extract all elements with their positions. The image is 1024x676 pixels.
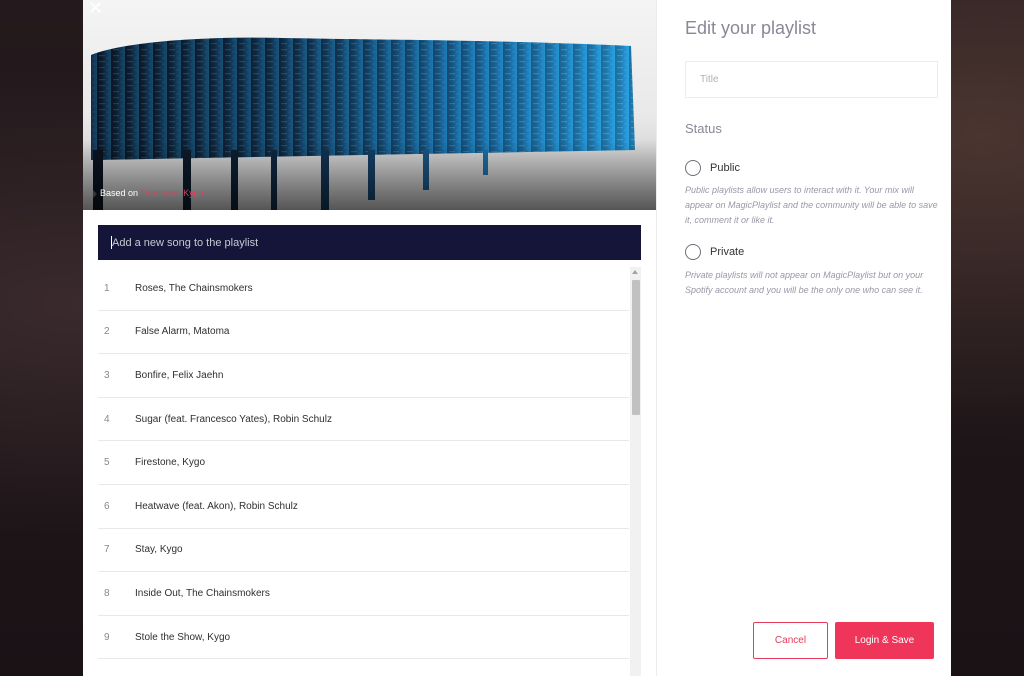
scroll-thumb[interactable] <box>632 280 640 415</box>
radio-circle-icon[interactable] <box>685 244 701 260</box>
private-description: Private playlists will not appear on Mag… <box>685 270 924 295</box>
radio-circle-icon[interactable] <box>685 160 701 176</box>
song-number: 5 <box>104 457 110 469</box>
edit-playlist-panel: Edit your playlist Status Public Public … <box>656 0 951 676</box>
song-number: 2 <box>104 326 110 338</box>
song-title: Stay, Kygo <box>135 544 183 556</box>
song-row[interactable]: 1 Roses, The Chainsmokers <box>98 267 629 311</box>
song-list-scrollbar[interactable] <box>630 267 641 676</box>
login-save-button[interactable]: Login & Save <box>835 622 934 659</box>
song-row[interactable]: 5 Firestone, Kygo <box>98 441 629 485</box>
close-icon[interactable]: ✕ <box>88 0 106 18</box>
based-on-link[interactable]: Firestone, Kygo <box>141 188 204 198</box>
text-caret <box>111 236 112 249</box>
song-number: 8 <box>104 587 110 599</box>
public-radio[interactable]: Public <box>685 160 740 176</box>
song-number: 1 <box>104 282 110 294</box>
based-on-label: Based on <box>100 188 139 198</box>
song-title: False Alarm, Matoma <box>135 326 230 338</box>
private-radio-label: Private <box>710 246 745 258</box>
song-title: Stole the Show, Kygo <box>135 631 231 643</box>
add-song-input[interactable] <box>98 225 641 260</box>
song-number: 6 <box>104 500 110 512</box>
public-radio-label: Public <box>710 162 740 174</box>
public-description: Public playlists allow users to interact… <box>685 185 938 225</box>
based-on-caption: Based on Firestone, Kygo <box>93 188 204 198</box>
song-row[interactable]: 8 Inside Out, The Chainsmokers <box>98 572 629 616</box>
playlist-cover: ✕ Based on Firestone, Kygo <box>83 0 656 210</box>
song-number: 4 <box>104 413 110 425</box>
song-number: 3 <box>104 369 110 381</box>
page-title: Edit your playlist <box>685 18 817 38</box>
private-radio[interactable]: Private <box>685 244 744 260</box>
cancel-button[interactable]: Cancel <box>753 622 828 659</box>
song-row[interactable]: 6 Heatwave (feat. Akon), Robin Schulz <box>98 485 629 529</box>
cover-gradient-overlay <box>83 140 656 210</box>
song-number: 7 <box>104 544 110 556</box>
song-row[interactable]: 9 Stole the Show, Kygo <box>98 616 629 660</box>
song-title: Heatwave (feat. Akon), Robin Schulz <box>135 500 298 512</box>
song-row[interactable]: 2 False Alarm, Matoma <box>98 311 629 355</box>
song-row[interactable]: 4 Sugar (feat. Francesco Yates), Robin Sc… <box>98 398 629 442</box>
song-number: 9 <box>104 631 110 643</box>
song-row[interactable]: 7 Stay, Kygo <box>98 529 629 573</box>
playlist-title-input[interactable] <box>685 61 938 98</box>
song-title: Roses, The Chainsmokers <box>135 282 253 294</box>
song-title: Bonfire, Felix Jaehn <box>135 369 224 381</box>
song-title: Firestone, Kygo <box>135 457 206 469</box>
song-title: Inside Out, The Chainsmokers <box>135 587 270 599</box>
song-title: Sugar (feat. Francesco Yates), Robin Sch… <box>135 413 332 425</box>
status-label: Status <box>685 121 722 136</box>
scroll-up-icon[interactable] <box>632 270 638 274</box>
playlist-preview-panel: ✕ Based on Firestone, Kygo 1 Roses, The C… <box>83 0 656 676</box>
play-icon <box>93 189 97 198</box>
song-list: 1 Roses, The Chainsmokers 2 False Alarm, Ma… <box>98 267 629 676</box>
song-row[interactable]: 3 Bonfire, Felix Jaehn <box>98 354 629 398</box>
